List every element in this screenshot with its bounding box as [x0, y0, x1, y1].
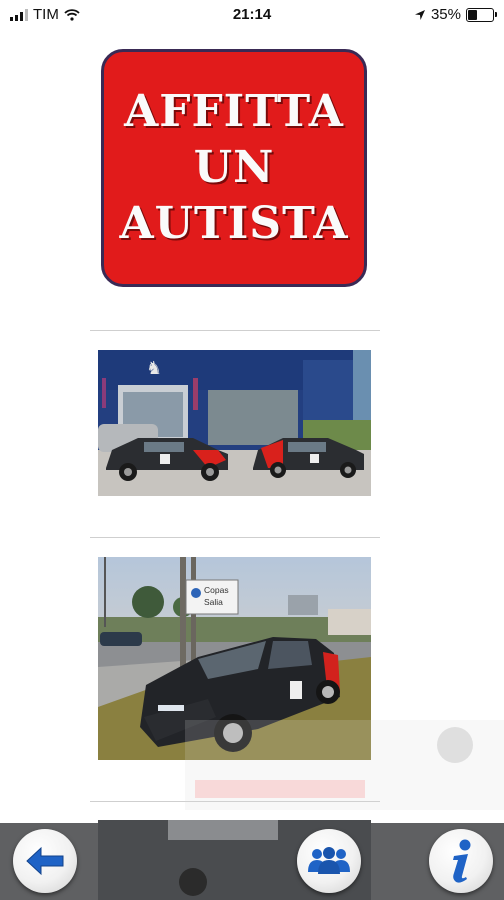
logo-line-3: AUTISTA — [119, 198, 349, 249]
street-sign-line-2: Salia — [204, 597, 223, 607]
background-watermark — [185, 720, 504, 810]
logo-line-1: AFFITTA — [124, 86, 344, 137]
svg-text:♞: ♞ — [146, 358, 162, 379]
peugeot-lion-logo: ♞ — [146, 358, 162, 379]
arrow-left-icon — [26, 846, 64, 876]
logo-line-2: UN — [193, 142, 275, 193]
location-arrow-icon — [414, 9, 425, 20]
battery-fill — [468, 9, 478, 20]
affitta-un-autista-logo: AFFITTA UN AUTISTA — [101, 49, 367, 287]
photo-dealership[interactable]: ♞ — [98, 350, 371, 496]
status-right: 35% — [414, 6, 497, 23]
divider — [90, 330, 380, 331]
divider — [90, 537, 380, 538]
info-button[interactable] — [429, 829, 493, 893]
street-sign: Copas Salia — [185, 579, 239, 615]
status-bar: TIM 21:14 35% — [0, 0, 504, 30]
street-sign-line-1: Copas — [204, 585, 229, 595]
info-icon — [453, 839, 471, 883]
people-button[interactable] — [297, 829, 361, 893]
battery-percent: 35% — [430, 6, 461, 23]
people-group-icon — [308, 847, 350, 874]
back-button[interactable] — [13, 829, 77, 893]
battery-icon — [466, 7, 497, 22]
